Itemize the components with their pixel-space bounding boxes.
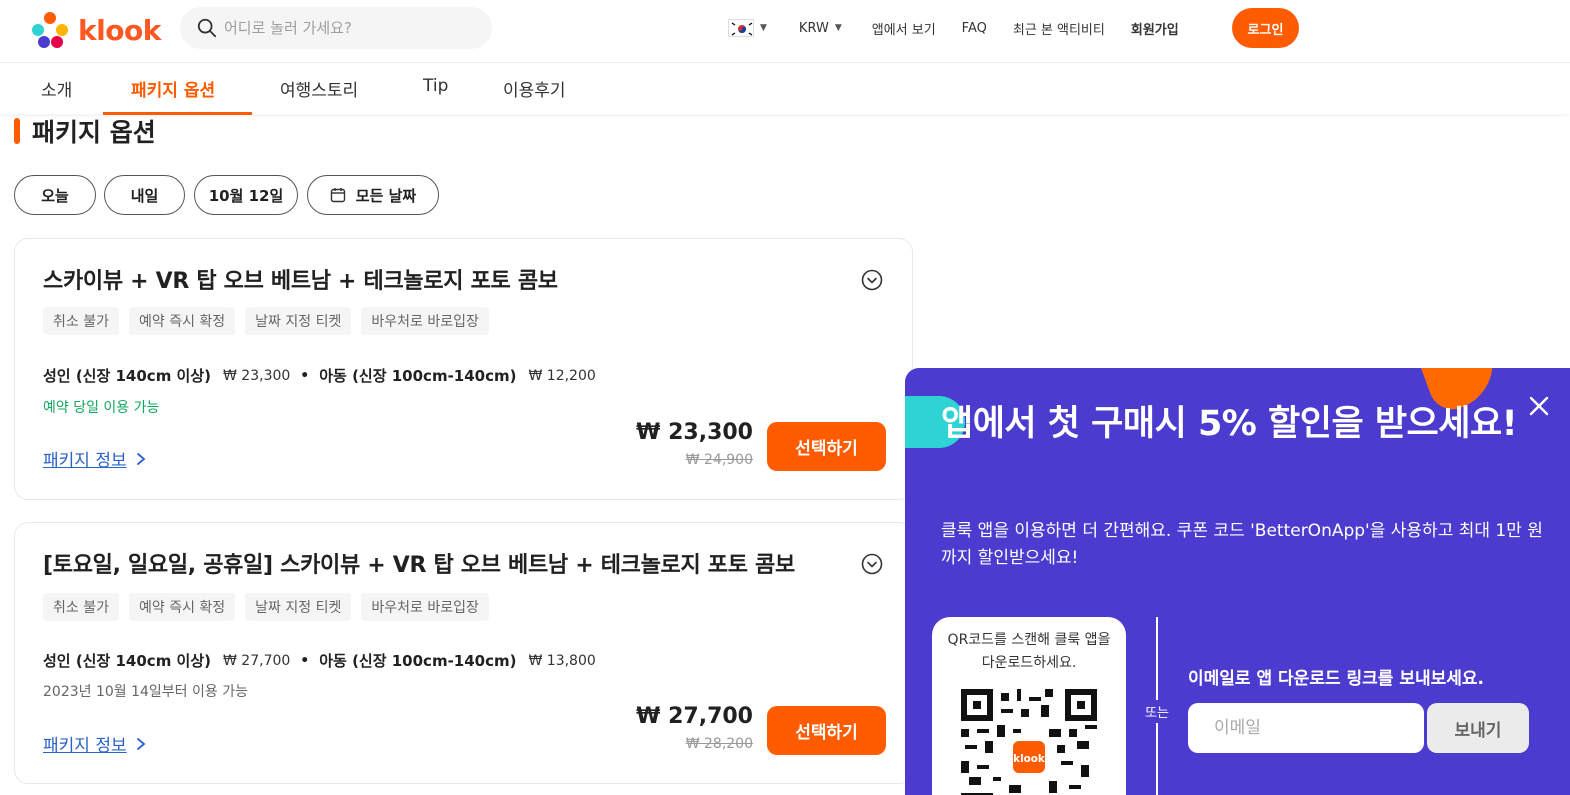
chevron-down-icon[interactable]: ▼: [760, 23, 767, 33]
date-chip-tomorrow[interactable]: 내일: [104, 175, 185, 215]
package-card: [토요일, 일요일, 공휴일] 스카이뷰 + VR 탑 오브 베트남 + 테크놀…: [14, 522, 913, 784]
nav-recently-viewed[interactable]: 최근 본 액티비티: [1013, 19, 1105, 38]
package-info-label: 패키지 정보: [43, 736, 127, 756]
original-price: ₩ 28,200: [685, 736, 753, 752]
search-bar[interactable]: [180, 7, 492, 49]
search-icon: [197, 18, 217, 38]
klook-logo-icon: [32, 12, 68, 48]
tab-reviews[interactable]: 이용후기: [503, 76, 566, 101]
availability-text: 예약 당일 이용 가능: [43, 400, 160, 416]
child-price: ₩ 12,200: [528, 367, 596, 384]
child-label: 아동 (신장 100cm-140cm): [319, 367, 517, 385]
search-input[interactable]: [224, 19, 474, 37]
calendar-icon: [330, 188, 345, 203]
adult-label: 성인 (신장 140cm 이상): [43, 652, 212, 670]
section-title: 패키지 옵션: [32, 118, 156, 147]
select-button[interactable]: 선택하기: [767, 422, 886, 471]
login-button[interactable]: 로그인: [1232, 8, 1299, 48]
chevron-down-circle-icon[interactable]: [861, 553, 883, 575]
separator-dot: •: [300, 367, 310, 384]
package-tags: 취소 불가 예약 즉시 확정 날짜 지정 티켓 바우처로 바로입장: [43, 593, 489, 621]
tag: 바우처로 바로입장: [361, 593, 489, 621]
separator-dot: •: [300, 652, 310, 669]
qr-card: QR코드를 스캔해 클룩 앱을 다운로드하세요. klook: [932, 617, 1126, 795]
nav-open-app[interactable]: 앱에서 보기: [872, 19, 936, 38]
nav-faq[interactable]: FAQ: [962, 21, 987, 36]
chevron-right-icon: [136, 737, 146, 750]
adult-price: ₩ 27,700: [223, 652, 291, 669]
chevron-right-icon: [136, 452, 146, 465]
korea-flag-icon[interactable]: [728, 19, 754, 37]
package-tags: 취소 불가 예약 즉시 확정 날짜 지정 티켓 바우처로 바로입장: [43, 307, 489, 335]
top-header: klook ▼ KRW ▼ 앱에서 보기 FAQ 최근 본 액티비티 회원가입: [0, 0, 1570, 63]
tag: 예약 즉시 확정: [128, 307, 236, 335]
package-title: 스카이뷰 + VR 탑 오브 베트남 + 테크놀로지 포토 콤보: [43, 269, 558, 294]
original-price: ₩ 24,900: [685, 452, 753, 468]
tag: 취소 불가: [43, 593, 119, 621]
section-accent-bar: [14, 118, 20, 144]
tab-travel-story[interactable]: 여행스토리: [280, 76, 358, 101]
chevron-down-circle-icon[interactable]: [861, 269, 883, 291]
current-price: ₩ 27,700: [636, 704, 753, 729]
tab-package-options[interactable]: 패키지 옵션: [131, 76, 215, 101]
date-chip-today[interactable]: 오늘: [14, 175, 96, 215]
child-label: 아동 (신장 100cm-140cm): [319, 652, 517, 670]
price-breakdown: 성인 (신장 140cm 이상) ₩ 23,300 • 아동 (신장 100cm…: [43, 365, 596, 386]
chevron-down-icon[interactable]: ▼: [835, 23, 842, 33]
promo-title: 앱에서 첫 구매시 5% 할인을 받으세요!: [941, 404, 1518, 444]
klook-logo[interactable]: klook: [30, 10, 161, 50]
qr-badge-text: klook: [1013, 753, 1046, 765]
date-chip-all-dates-label: 모든 날짜: [355, 186, 417, 205]
logo-text: klook: [78, 13, 161, 47]
price-breakdown: 성인 (신장 140cm 이상) ₩ 27,700 • 아동 (신장 100cm…: [43, 650, 596, 671]
tag: 날짜 지정 티켓: [245, 307, 352, 335]
email-input[interactable]: [1188, 703, 1424, 753]
currency-selector[interactable]: KRW: [799, 21, 829, 36]
package-card: 스카이뷰 + VR 탑 오브 베트남 + 테크놀로지 포토 콤보 취소 불가 예…: [14, 238, 913, 500]
email-label: 이메일로 앱 다운로드 링크를 보내보세요.: [1188, 669, 1485, 689]
promo-description: 클룩 앱을 이용하면 더 간편해요. 쿠폰 코드 'BetterOnApp'을 …: [941, 521, 1543, 568]
send-button[interactable]: 보내기: [1427, 703, 1529, 753]
app-download-promo: 앱에서 첫 구매시 5% 할인을 받으세요! 클룩 앱을 이용하면 더 간편해요…: [905, 368, 1570, 795]
qr-instructions: QR코드를 스캔해 클룩 앱을 다운로드하세요.: [947, 632, 1111, 671]
qr-code-icon: klook: [961, 689, 1097, 795]
tag: 예약 즉시 확정: [128, 593, 236, 621]
date-chip-oct12[interactable]: 10월 12일: [194, 175, 298, 215]
tag: 바우처로 바로입장: [361, 307, 489, 335]
select-button[interactable]: 선택하기: [767, 706, 886, 755]
package-info-label: 패키지 정보: [43, 451, 127, 471]
tab-tip[interactable]: Tip: [423, 76, 448, 96]
tag: 취소 불가: [43, 307, 119, 335]
nav-signup[interactable]: 회원가입: [1131, 19, 1179, 38]
adult-label: 성인 (신장 140cm 이상): [43, 367, 212, 385]
tab-intro[interactable]: 소개: [41, 76, 72, 101]
section-tabs: 소개 패키지 옵션 여행스토리 Tip 이용후기: [0, 64, 1570, 115]
tag: 날짜 지정 티켓: [245, 593, 352, 621]
date-chip-all-dates[interactable]: 모든 날짜: [307, 175, 439, 215]
current-price: ₩ 23,300: [636, 420, 753, 445]
top-nav: ▼ KRW ▼ 앱에서 보기 FAQ 최근 본 액티비티 회원가입: [728, 13, 1179, 43]
package-title: [토요일, 일요일, 공휴일] 스카이뷰 + VR 탑 오브 베트남 + 테크놀…: [43, 553, 795, 578]
availability-text: 2023년 10월 14일부터 이용 가능: [43, 684, 248, 700]
package-info-link[interactable]: 패키지 정보: [43, 446, 147, 471]
or-label: 또는: [1143, 700, 1171, 723]
package-info-link[interactable]: 패키지 정보: [43, 731, 147, 756]
adult-price: ₩ 23,300: [223, 367, 291, 384]
child-price: ₩ 13,800: [528, 652, 596, 669]
